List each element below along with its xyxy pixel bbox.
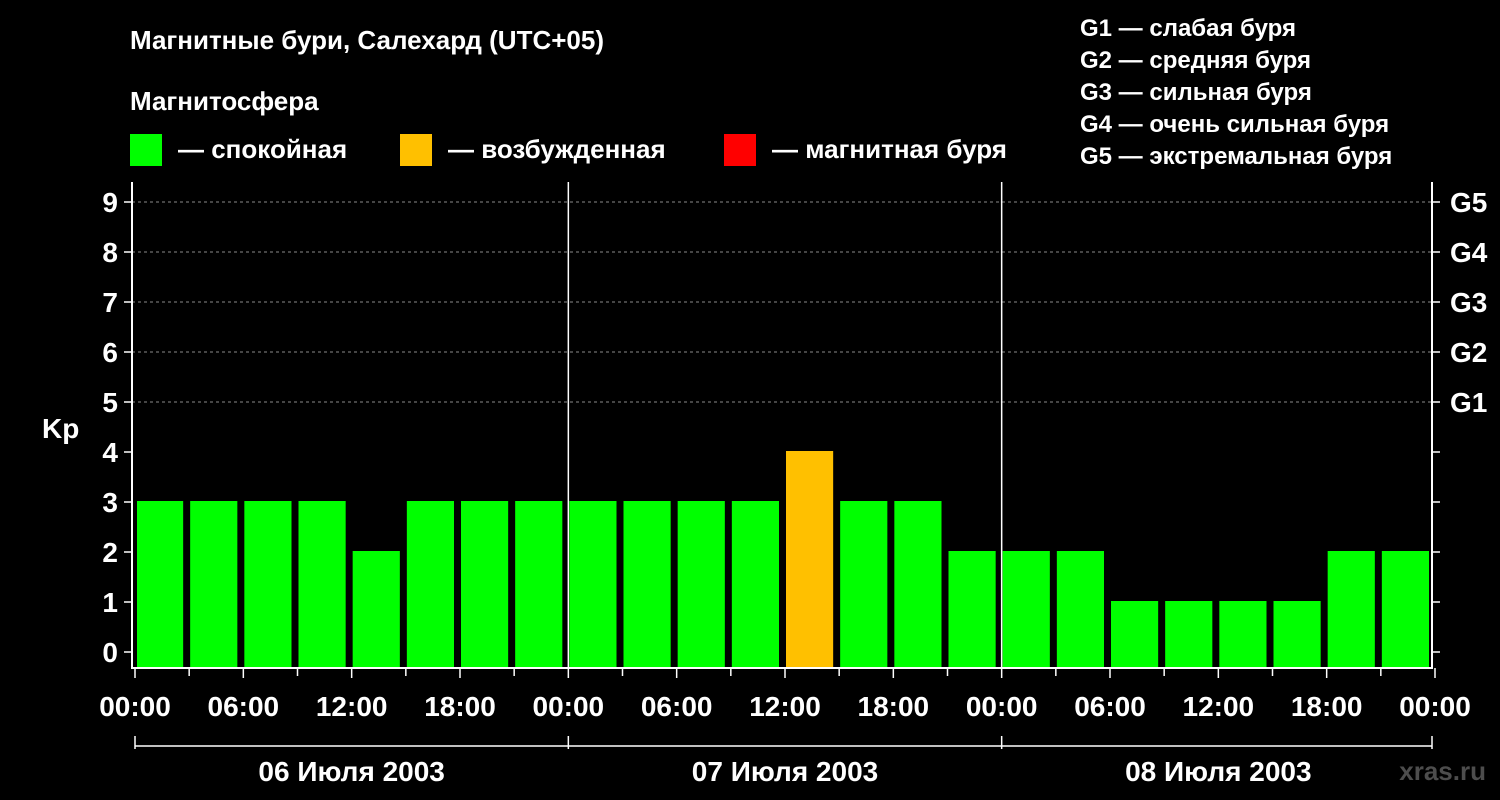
kp-bar	[731, 501, 779, 668]
y-tick-label: 9	[102, 187, 118, 218]
kp-bar	[190, 501, 238, 668]
kp-bar	[1056, 551, 1104, 668]
kp-bar	[1381, 551, 1429, 668]
y-tick-label: 8	[102, 237, 118, 268]
storm-scale-g2: G2 — средняя буря	[1080, 47, 1311, 74]
y-tick-label: 4	[102, 437, 118, 468]
g-level-label: G3	[1450, 287, 1487, 318]
day-label: 08 Июля 2003	[1125, 756, 1311, 787]
kp-bar	[677, 501, 725, 668]
x-tick-label: 12:00	[316, 691, 388, 722]
g-level-label: G5	[1450, 187, 1487, 218]
x-tick-label: 18:00	[424, 691, 496, 722]
x-tick-label: 06:00	[208, 691, 280, 722]
legend-title: Магнитосфера	[130, 86, 319, 116]
storm-scale-g3: G3 — сильная буря	[1080, 79, 1312, 106]
kp-bar	[894, 501, 942, 668]
x-tick-label: 00:00	[1399, 691, 1471, 722]
kp-bar	[406, 501, 454, 668]
g-level-label: G2	[1450, 337, 1487, 368]
kp-bar	[786, 451, 834, 668]
kp-bar	[1219, 601, 1267, 668]
legend-label-disturbed: — возбужденная	[448, 134, 666, 164]
y-tick-label: 2	[102, 537, 118, 568]
g-level-label: G1	[1450, 387, 1487, 418]
x-tick-label: 00:00	[533, 691, 605, 722]
y-tick-label: 0	[102, 637, 118, 668]
legend-label-quiet: — спокойная	[178, 134, 347, 164]
kp-bar	[1002, 551, 1050, 668]
watermark: xras.ru	[1399, 756, 1486, 786]
kp-bar	[1165, 601, 1213, 668]
storm-scale: G1 — слабая буря G2 — средняя буря G3 — …	[1080, 15, 1392, 170]
x-tick-label: 06:00	[641, 691, 713, 722]
legend-swatch-disturbed	[400, 134, 432, 166]
g-level-label: G4	[1450, 237, 1488, 268]
legend-swatch-quiet	[130, 134, 162, 166]
x-tick-label: 18:00	[858, 691, 930, 722]
x-tick-label: 12:00	[749, 691, 821, 722]
kp-bar	[352, 551, 400, 668]
y-tick-label: 7	[102, 287, 118, 318]
kp-bar	[1273, 601, 1321, 668]
plot-area: 0 1 2 3 4 5 6 7 8 9 G1 G2 G3 G4 G5 00:00 06:00 12:00 18:00…	[99, 182, 1488, 787]
y-tick-label: 1	[102, 587, 118, 618]
kp-bar	[569, 501, 617, 668]
kp-bar	[515, 501, 563, 668]
x-tick-label: 00:00	[966, 691, 1038, 722]
chart-title: Магнитные бури, Салехард (UTC+05)	[130, 25, 604, 55]
x-tick-label: 18:00	[1291, 691, 1363, 722]
kp-bar	[948, 551, 996, 668]
day-label: 06 Июля 2003	[258, 756, 444, 787]
storm-scale-g5: G5 — экстремальная буря	[1080, 143, 1392, 170]
kp-bar	[1327, 551, 1375, 668]
kp-bar	[623, 501, 671, 668]
kp-bar	[298, 501, 346, 668]
storm-scale-g4: G4 — очень сильная буря	[1080, 111, 1389, 138]
y-tick-label: 6	[102, 337, 118, 368]
legend-swatch-storm	[724, 134, 756, 166]
kp-bar	[244, 501, 292, 668]
y-tick-label: 5	[102, 387, 118, 418]
kp-bar	[840, 501, 888, 668]
x-tick-label: 00:00	[99, 691, 171, 722]
kp-bar	[1111, 601, 1159, 668]
kp-bar	[461, 501, 509, 668]
kp-bar	[137, 501, 184, 668]
legend-label-storm: — магнитная буря	[772, 134, 1007, 164]
kp-chart: Магнитные бури, Салехард (UTC+05) Магнит…	[42, 15, 1488, 787]
legend: — спокойная — возбужденная — магнитная б…	[130, 134, 1007, 166]
x-tick-label: 12:00	[1183, 691, 1255, 722]
storm-scale-g1: G1 — слабая буря	[1080, 15, 1296, 42]
x-tick-label: 06:00	[1074, 691, 1146, 722]
y-tick-label: 3	[102, 487, 118, 518]
day-label: 07 Июля 2003	[692, 756, 878, 787]
y-axis-label: Kp	[42, 413, 79, 444]
